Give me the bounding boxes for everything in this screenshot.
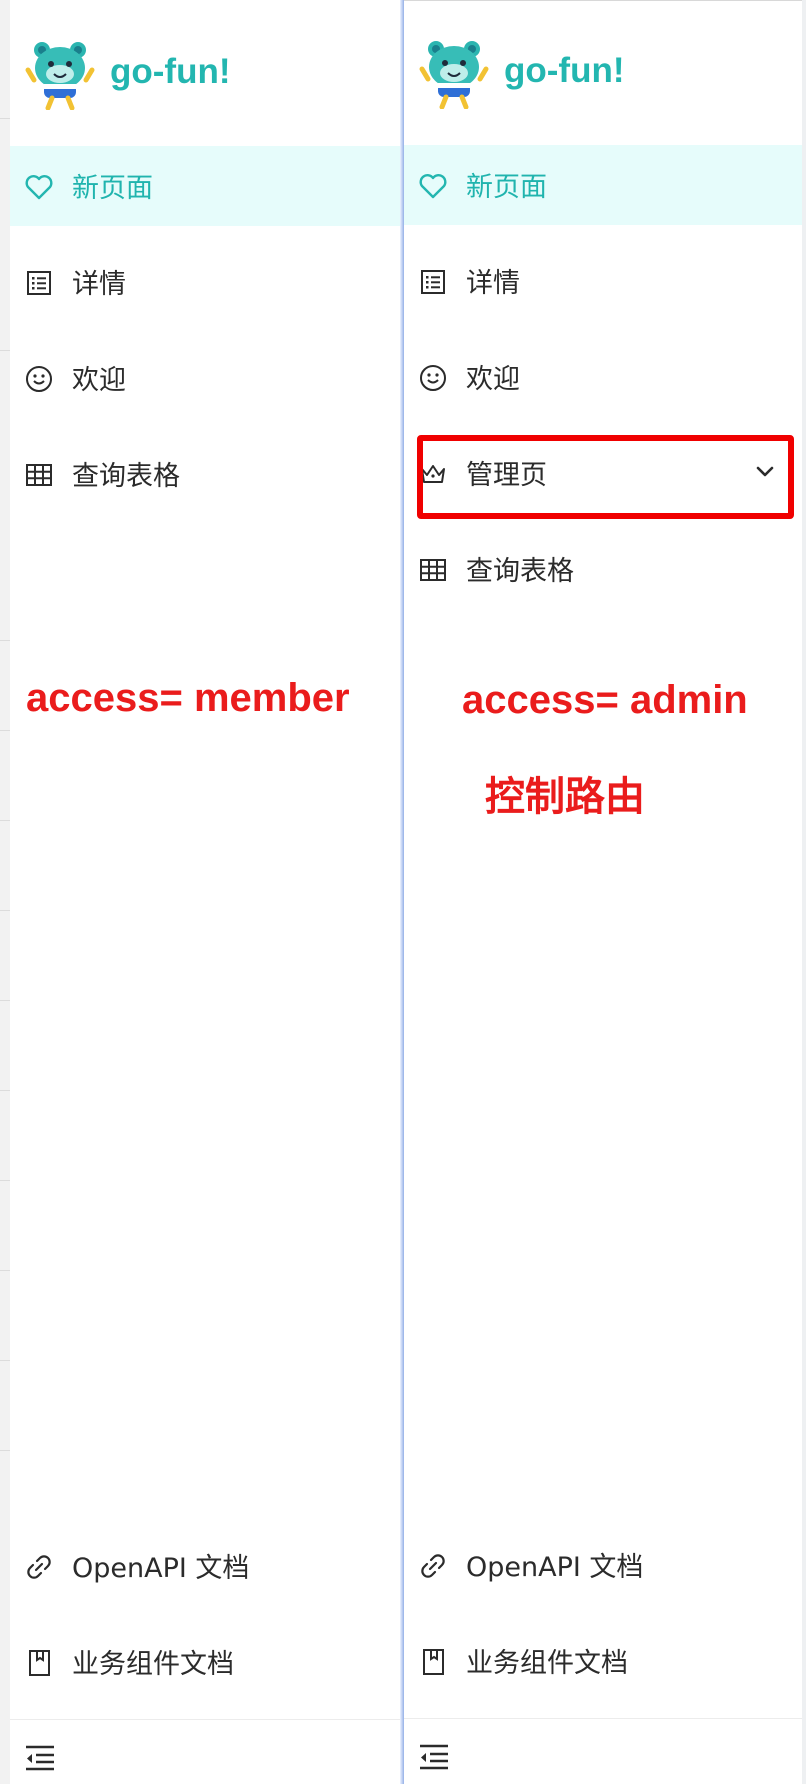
menu-item-label: 新页面 bbox=[72, 173, 153, 204]
link-label: OpenAPI 文档 bbox=[466, 1552, 644, 1583]
menu-fold-icon[interactable] bbox=[24, 1744, 56, 1772]
annotation-member-access: access= member bbox=[26, 676, 350, 720]
bear-mascot-logo bbox=[419, 41, 489, 109]
link-openapi-docs[interactable]: OpenAPI 文档 bbox=[10, 1526, 402, 1606]
menu-item-welcome[interactable]: 欢迎 bbox=[404, 337, 802, 417]
link-label: OpenAPI 文档 bbox=[72, 1553, 250, 1584]
link-label: 业务组件文档 bbox=[72, 1649, 234, 1680]
menu-item-label: 查询表格 bbox=[72, 461, 180, 492]
link-business-component-docs[interactable]: 业务组件文档 bbox=[10, 1622, 402, 1702]
menu-item-label: 查询表格 bbox=[466, 556, 574, 587]
book-icon bbox=[29, 1650, 50, 1676]
annotation-admin-access: access= admin bbox=[462, 678, 748, 722]
smile-icon bbox=[26, 366, 52, 392]
heart-icon bbox=[419, 174, 447, 199]
brand-name: go-fun! bbox=[504, 51, 625, 90]
menu-item-label: 欢迎 bbox=[72, 365, 126, 396]
link-business-component-docs[interactable]: 业务组件文档 bbox=[404, 1621, 802, 1701]
table-icon bbox=[420, 559, 446, 581]
menu-item-welcome[interactable]: 欢迎 bbox=[10, 338, 402, 418]
link-openapi-docs[interactable]: OpenAPI 文档 bbox=[404, 1525, 802, 1605]
menu-item-query-table[interactable]: 查询表格 bbox=[404, 529, 802, 609]
menu-item-label: 新页面 bbox=[466, 172, 547, 203]
footer-divider bbox=[10, 1719, 402, 1720]
sidebar-admin: go-fun! 新页面 详情 欢迎 管理页 查询表格 OpenAPI 文档 业务… bbox=[404, 0, 802, 1784]
smile-icon bbox=[420, 365, 446, 391]
background-page-edge-right bbox=[802, 0, 806, 1784]
profile-list-icon bbox=[27, 271, 51, 295]
bear-mascot-logo bbox=[25, 42, 95, 110]
table-icon bbox=[26, 464, 52, 486]
brand-header[interactable]: go-fun! bbox=[404, 29, 802, 119]
profile-list-icon bbox=[421, 270, 445, 294]
book-icon bbox=[423, 1649, 444, 1675]
link-icon bbox=[421, 1554, 445, 1578]
annotation-route-control: 控制路由 bbox=[485, 774, 645, 820]
menu-item-new-page[interactable]: 新页面 bbox=[404, 145, 802, 225]
sidebar-member: go-fun! 新页面 详情 欢迎 查询表格 OpenAPI 文档 业务组件文档 bbox=[10, 0, 402, 1784]
menu-item-details[interactable]: 详情 bbox=[10, 242, 402, 322]
footer-divider bbox=[404, 1718, 802, 1719]
link-icon bbox=[27, 1555, 51, 1579]
menu-item-query-table[interactable]: 查询表格 bbox=[10, 434, 402, 514]
brand-name: go-fun! bbox=[110, 52, 231, 91]
link-label: 业务组件文档 bbox=[466, 1648, 628, 1679]
menu-fold-icon[interactable] bbox=[418, 1743, 450, 1771]
menu-item-new-page[interactable]: 新页面 bbox=[10, 146, 402, 226]
menu-item-details[interactable]: 详情 bbox=[404, 241, 802, 321]
heart-icon bbox=[25, 175, 53, 200]
menu-item-label: 欢迎 bbox=[466, 364, 520, 395]
admin-menu-highlight-box bbox=[417, 435, 794, 519]
menu-item-label: 详情 bbox=[72, 269, 126, 300]
background-page-edge bbox=[0, 0, 10, 1784]
menu-item-label: 详情 bbox=[466, 268, 520, 299]
brand-header[interactable]: go-fun! bbox=[10, 30, 402, 120]
